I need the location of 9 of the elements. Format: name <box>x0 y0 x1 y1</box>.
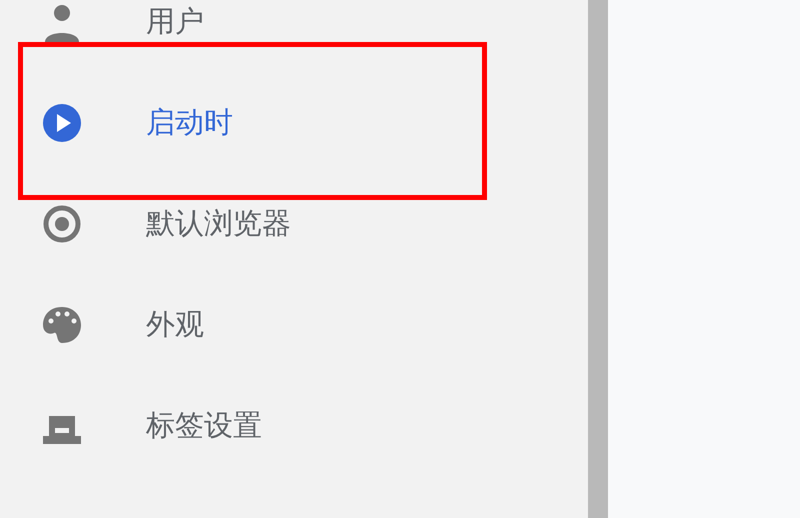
sidebar-item[interactable]: 标签设置 <box>146 406 262 446</box>
sidebar-item[interactable]: 用户 <box>146 2 204 42</box>
sidebar-item[interactable]: 启动时 <box>146 102 233 142</box>
play-icon <box>42 102 82 142</box>
palette-icon <box>42 304 82 344</box>
sidebar-item[interactable]: 外观 <box>146 304 204 344</box>
target-icon <box>42 204 82 244</box>
scrollbar[interactable] <box>588 0 608 518</box>
sidebar-item[interactable]: 默认浏览器 <box>146 204 291 244</box>
